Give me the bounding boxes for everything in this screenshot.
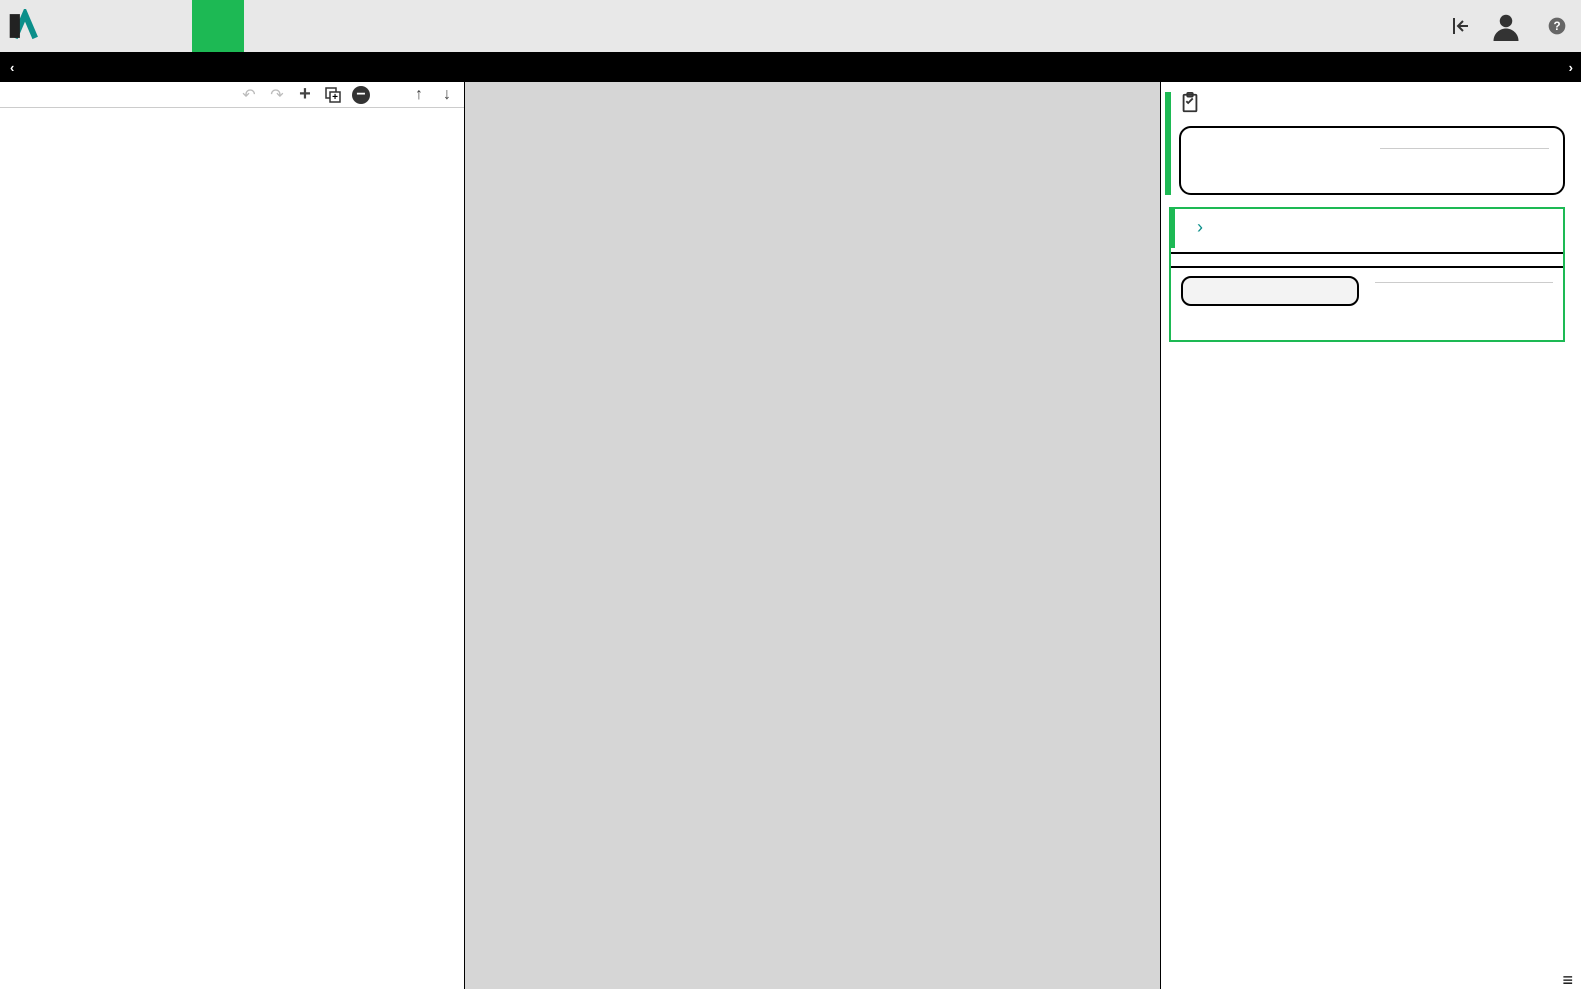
remove-icon[interactable]: − xyxy=(352,86,370,104)
props-title xyxy=(465,52,1161,82)
redo-icon[interactable]: ↷ xyxy=(268,85,286,105)
plus-icon[interactable]: + xyxy=(296,83,314,106)
preview-help[interactable]: › xyxy=(1565,60,1573,75)
move-up-icon[interactable]: ↑ xyxy=(410,86,428,104)
punchlist-section: › xyxy=(1169,207,1565,342)
logout-button[interactable] xyxy=(1449,14,1473,38)
code-panel: ↶ ↷ + + − ↑ ↓ xyxy=(0,82,465,989)
code-toolbar: ↶ ↷ + + − ↑ ↓ xyxy=(0,82,464,108)
svg-text:+: + xyxy=(332,92,338,103)
nav-designer[interactable] xyxy=(192,0,244,52)
svg-text:?: ? xyxy=(1553,20,1560,33)
item-photo-box[interactable] xyxy=(1181,276,1359,306)
clipboard-icon xyxy=(1179,92,1201,114)
move-down-icon[interactable]: ↓ xyxy=(438,86,456,104)
duplicate-icon[interactable]: + xyxy=(324,87,342,103)
logo-icon xyxy=(8,9,42,43)
nav-console[interactable] xyxy=(296,0,348,52)
preview-header xyxy=(1171,92,1569,114)
top-right: ? xyxy=(1449,11,1573,41)
top-bar: ? xyxy=(0,0,1581,52)
project-card xyxy=(1179,126,1565,195)
chevron-left-icon: ‹ xyxy=(10,60,14,75)
main: ↶ ↷ + + − ↑ ↓ xyxy=(0,82,1581,989)
undo-icon[interactable]: ↶ xyxy=(240,85,258,105)
chevron-right-icon: › xyxy=(1197,217,1203,238)
account-block xyxy=(1491,11,1529,41)
punchlist-header[interactable]: › xyxy=(1169,207,1565,248)
nav-dashboard[interactable] xyxy=(140,0,192,52)
user-icon xyxy=(1491,11,1521,41)
properties-panel xyxy=(465,82,1161,989)
black-bar: ‹ › xyxy=(0,52,1581,82)
logo[interactable] xyxy=(8,9,48,43)
help-button[interactable]: ? xyxy=(1547,16,1567,36)
code-rows[interactable] xyxy=(0,108,464,989)
nav-home[interactable] xyxy=(88,0,140,52)
task-header xyxy=(1171,252,1563,268)
menu-icon[interactable]: ≡ xyxy=(1558,971,1577,989)
done-button[interactable]: ‹ xyxy=(0,60,30,75)
nav-permissions[interactable] xyxy=(244,0,296,52)
preview-panel: › xyxy=(1161,82,1581,989)
top-nav xyxy=(88,0,348,52)
chevron-right-icon: › xyxy=(1569,60,1573,75)
